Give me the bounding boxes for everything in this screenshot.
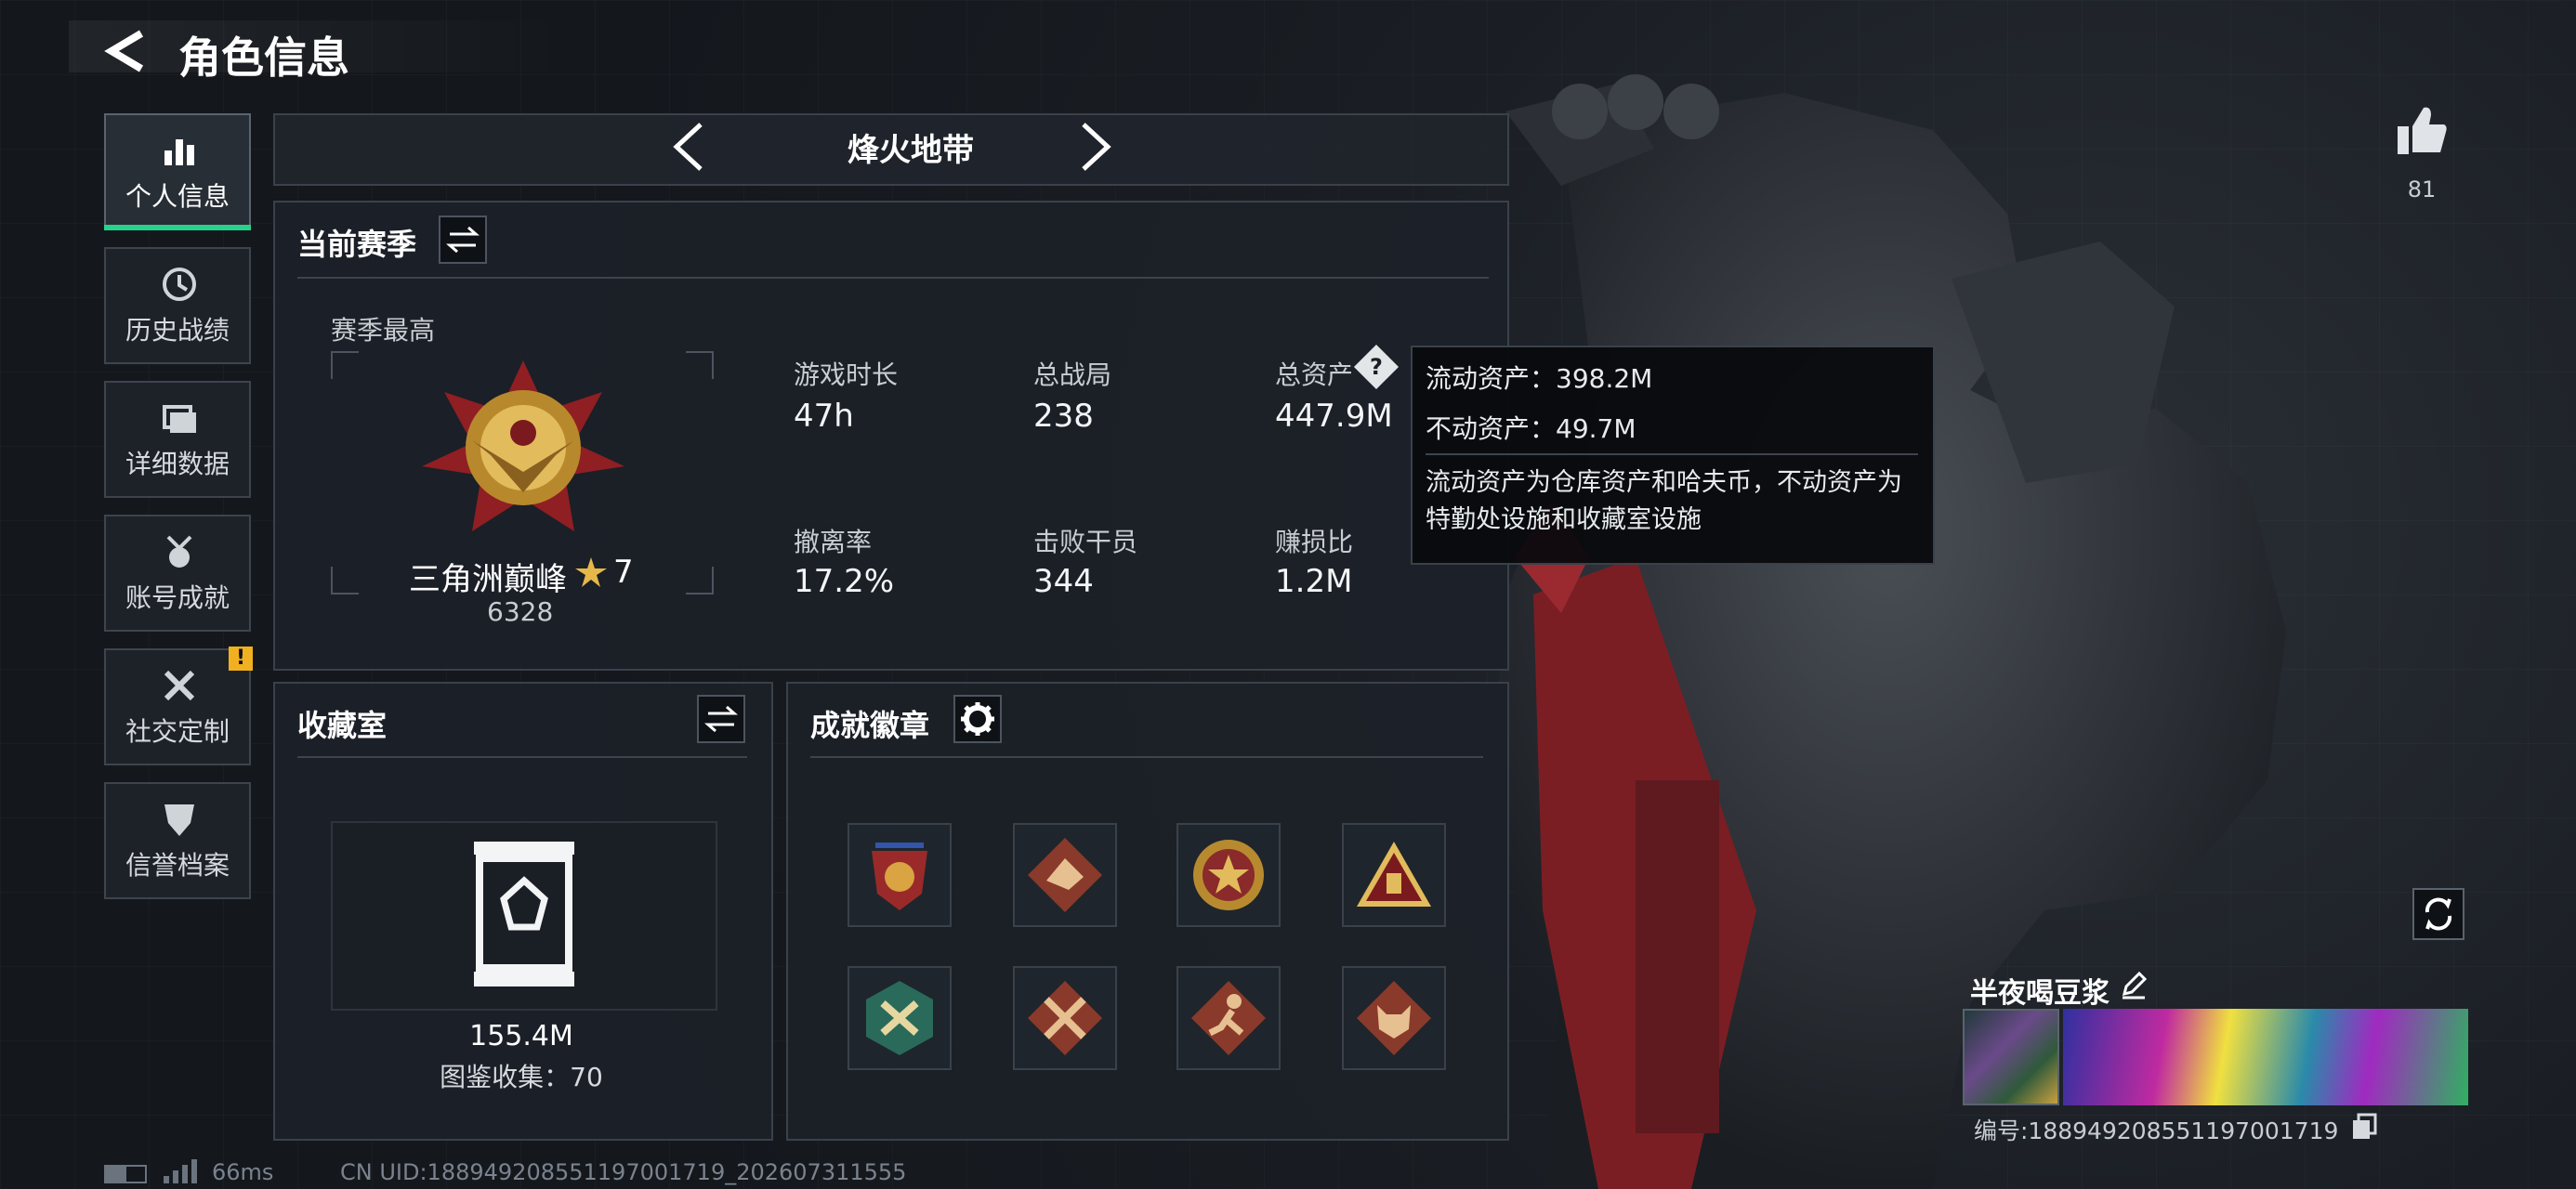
season-best-label: 赛季最高 [331,315,436,346]
page-title: 角色信息 [178,33,349,83]
player-id: 编号:18894920855119700171​9 [1974,1117,2339,1144]
collection-divider [297,756,747,758]
wolf-badge[interactable] [1342,966,1446,1070]
stat-label-profit-ratio: 赚损比 [1275,527,1354,557]
sidebar-item-profile[interactable]: 个人信息 [104,113,251,230]
tooltip-fixed-assets: 不动资产：49.7M [1426,413,1636,444]
stat-value-extract-rate: 17.2% [794,563,895,600]
hexagon-tools-icon [866,981,933,1055]
copy-icon[interactable] [2351,1113,2377,1141]
sidebar-item-reputation[interactable]: 信誉档案 [104,782,251,899]
sidebar-item-label: 信誉档案 [125,850,230,881]
crossed-blades-badge[interactable] [1013,966,1117,1070]
stat-value-assets: 447.9M [1275,398,1393,435]
sidebar-item-achievements[interactable]: 账号成就 [104,515,251,632]
stat-label-playtime: 游戏时长 [794,359,899,390]
gear-icon [961,702,994,736]
collection-catalog-count: 图鉴收集：70 [440,1062,603,1092]
alert-badge: ! [229,647,253,671]
clock-icon [163,268,196,301]
star-shield-icon [872,843,927,910]
achievements-settings-button[interactable] [953,695,1002,743]
star-shield-badge[interactable] [848,823,952,927]
rank-stars: 7 [613,554,634,591]
stat-value-playtime: 47h [794,398,854,435]
runner-icon [1191,981,1266,1055]
tools-icon [164,670,195,701]
battery-icon [104,1165,147,1183]
achievements-title: 成就徽章 [810,708,930,743]
ping-value: 66ms [212,1159,274,1185]
swap-icon [446,226,480,254]
collection-value: 155.4M [469,1020,573,1052]
tooltip-divider [1426,453,1918,455]
season-divider [297,277,1489,279]
display-case-icon [474,842,574,986]
season-title: 当前赛季 [297,227,417,262]
stat-label-matches: 总战局 [1033,359,1112,390]
chevron-right-icon [1082,123,1111,171]
triangle-badge[interactable] [1342,823,1446,927]
star-icon [575,557,607,587]
back-arrow-icon [104,30,144,72]
sidebar-item-label: 历史战绩 [125,315,230,346]
assets-tooltip: 流动资产：398.2M 不动资产：49.7M 流动资产为仓库资产和哈夫币，不动资… [1411,346,1935,565]
achievements-divider [810,756,1483,758]
rank-emblem-icon [422,360,624,531]
thumbs-up-icon[interactable] [2394,102,2450,158]
edit-pencil-icon[interactable] [2119,970,2149,1000]
sidebar-item-label: 详细数据 [125,449,230,479]
runner-badge[interactable] [1176,966,1281,1070]
sidebar-item-label: 账号成就 [125,582,230,613]
medal-icon [166,535,192,568]
player-avatar[interactable] [1963,1009,2059,1105]
triangle-icon [1357,842,1431,907]
sidebar-item-label: 个人信息 [125,181,230,212]
season-switch-button[interactable] [439,216,487,264]
active-indicator [104,225,251,230]
sidebar-item-details[interactable]: 详细数据 [104,381,251,498]
star-medal-badge[interactable] [1176,823,1281,927]
chevron-left-icon [673,123,703,171]
dragon-icon [1028,838,1102,912]
stat-value-kills: 344 [1033,563,1094,600]
tooltip-note: 流动资产为仓库资产和哈夫币，不动资产为特勤处设施和收藏室设施 [1426,468,1902,534]
bar-chart-icon [164,139,194,165]
rank-score: 6328 [487,596,554,627]
wolf-icon [1357,981,1431,1055]
mode-label: 烽火地带 [848,132,974,169]
tooltip-liquid-assets: 流动资产：398.2M [1426,363,1653,394]
sidebar-item-history[interactable]: 历史战绩 [104,247,251,364]
refresh-icon [2425,897,2452,931]
likes-count: 81 [2407,176,2437,203]
next-mode-button[interactable] [1072,119,1119,175]
dragon-badge[interactable] [1013,823,1117,927]
swap-icon [704,705,738,733]
player-name: 半夜喝豆浆 [1970,977,2109,1010]
prev-mode-button[interactable] [665,119,712,175]
shield-icon [164,804,194,836]
stat-label-extract-rate: 撤离率 [794,527,873,557]
rotate-view-button[interactable] [2412,888,2464,940]
stat-value-matches: 238 [1033,398,1094,435]
player-banner[interactable] [2063,1009,2468,1105]
collection-title: 收藏室 [297,708,388,743]
folder-icon [163,405,196,433]
collection-switch-button[interactable] [697,695,745,743]
rank-name: 三角洲巅峰 [409,561,567,598]
hexagon-tools-badge[interactable] [848,966,952,1070]
star-medal-icon [1193,840,1264,910]
collection-preview[interactable] [331,821,717,1011]
footer-uid: CN UID:18894920855119700171​9_2026073115… [340,1159,907,1185]
sidebar-item-label: 社交定制 [125,716,230,747]
signal-icon [164,1159,197,1183]
crossed-blades-icon [1028,981,1102,1055]
stat-label-kills: 击败干员 [1033,527,1138,557]
back-button[interactable] [104,28,151,74]
stat-label-assets: 总资产 [1275,359,1354,390]
stat-value-profit-ratio: 1.2M [1275,563,1353,600]
